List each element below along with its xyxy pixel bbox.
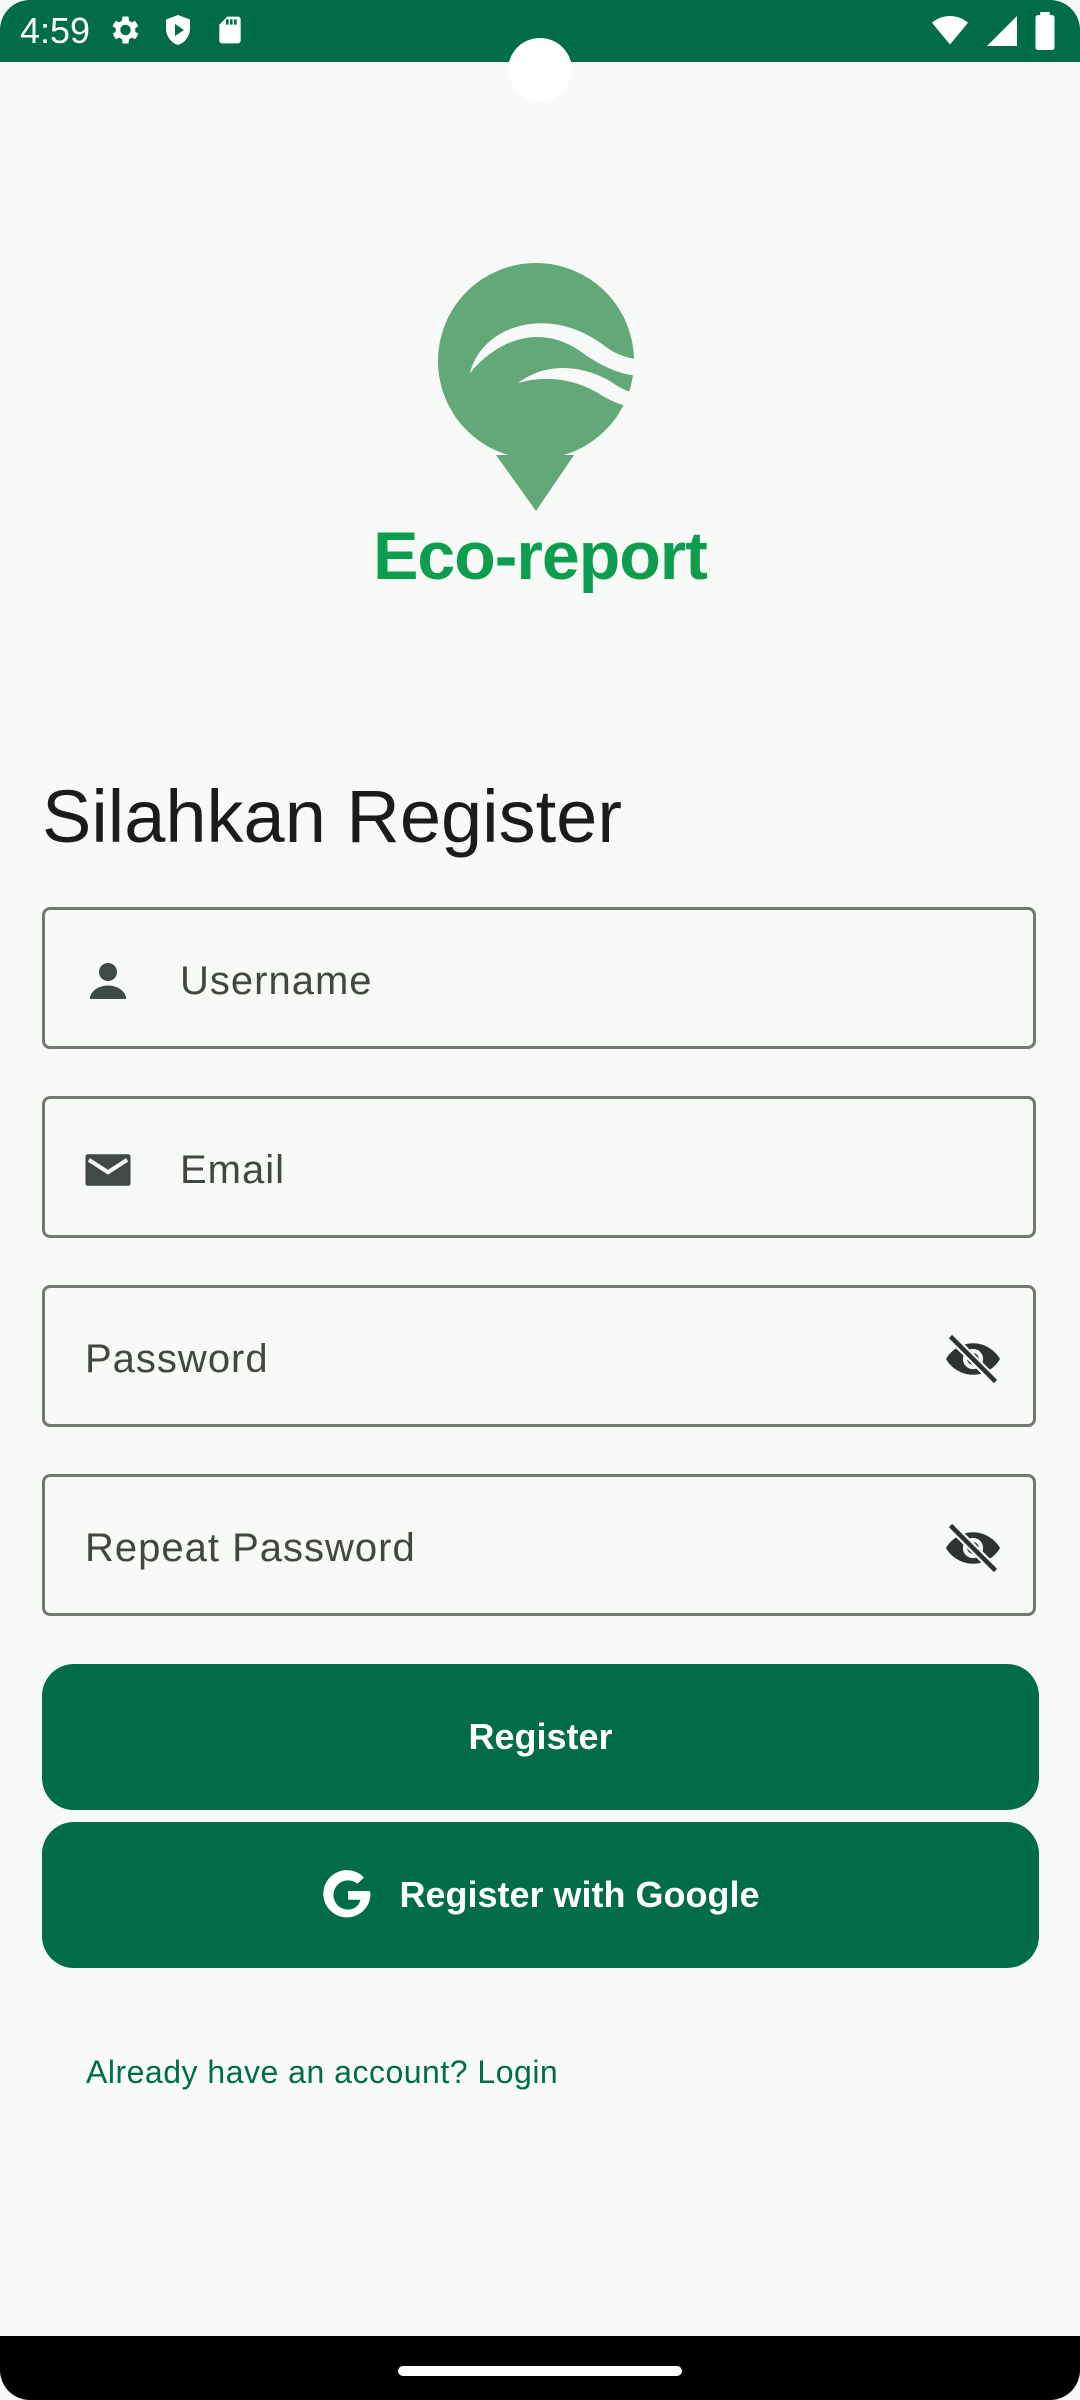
- repeat-password-field[interactable]: Repeat Password: [42, 1474, 1036, 1616]
- register-button-label: Register: [468, 1716, 613, 1757]
- battery-icon: [1035, 12, 1055, 50]
- logo-text: Eco-report: [373, 518, 708, 594]
- username-placeholder: Username: [180, 959, 373, 1003]
- status-icons-right: [930, 12, 1056, 50]
- password-placeholder: Password: [85, 1337, 269, 1381]
- register-with-google-button[interactable]: Register with Google: [42, 1822, 1039, 1968]
- register-with-google-label: Register with Google: [399, 1874, 760, 1915]
- username-field[interactable]: Username: [42, 907, 1036, 1049]
- shield-play-icon: [166, 15, 190, 45]
- google-icon: [323, 1870, 371, 1918]
- register-screen: 4:59 Eco-report Silahkan Register Userna…: [0, 0, 1080, 2400]
- login-link[interactable]: Already have an account? Login: [86, 2054, 558, 2091]
- visibility-off-icon[interactable]: [943, 1521, 1003, 1575]
- person-icon: [90, 963, 126, 999]
- gear-icon: [112, 16, 139, 44]
- mail-icon: [85, 1154, 131, 1186]
- app-logo: Eco-report: [0, 255, 1080, 605]
- visibility-off-icon[interactable]: [943, 1332, 1003, 1386]
- repeat-password-placeholder: Repeat Password: [85, 1526, 416, 1570]
- page-title: Silahkan Register: [42, 775, 622, 858]
- sd-card-icon: [219, 16, 241, 44]
- password-field[interactable]: Password: [42, 1285, 1036, 1427]
- status-icons-left: [106, 12, 246, 48]
- status-time: 4:59: [20, 10, 91, 51]
- wifi-icon: [932, 16, 968, 45]
- email-field[interactable]: Email: [42, 1096, 1036, 1238]
- register-button[interactable]: Register: [42, 1664, 1039, 1810]
- home-gesture-handle[interactable]: [398, 2366, 682, 2376]
- eco-report-logo-icon: [438, 263, 650, 511]
- email-placeholder: Email: [180, 1148, 286, 1192]
- camera-cutout: [508, 38, 572, 102]
- signal-icon: [987, 16, 1017, 46]
